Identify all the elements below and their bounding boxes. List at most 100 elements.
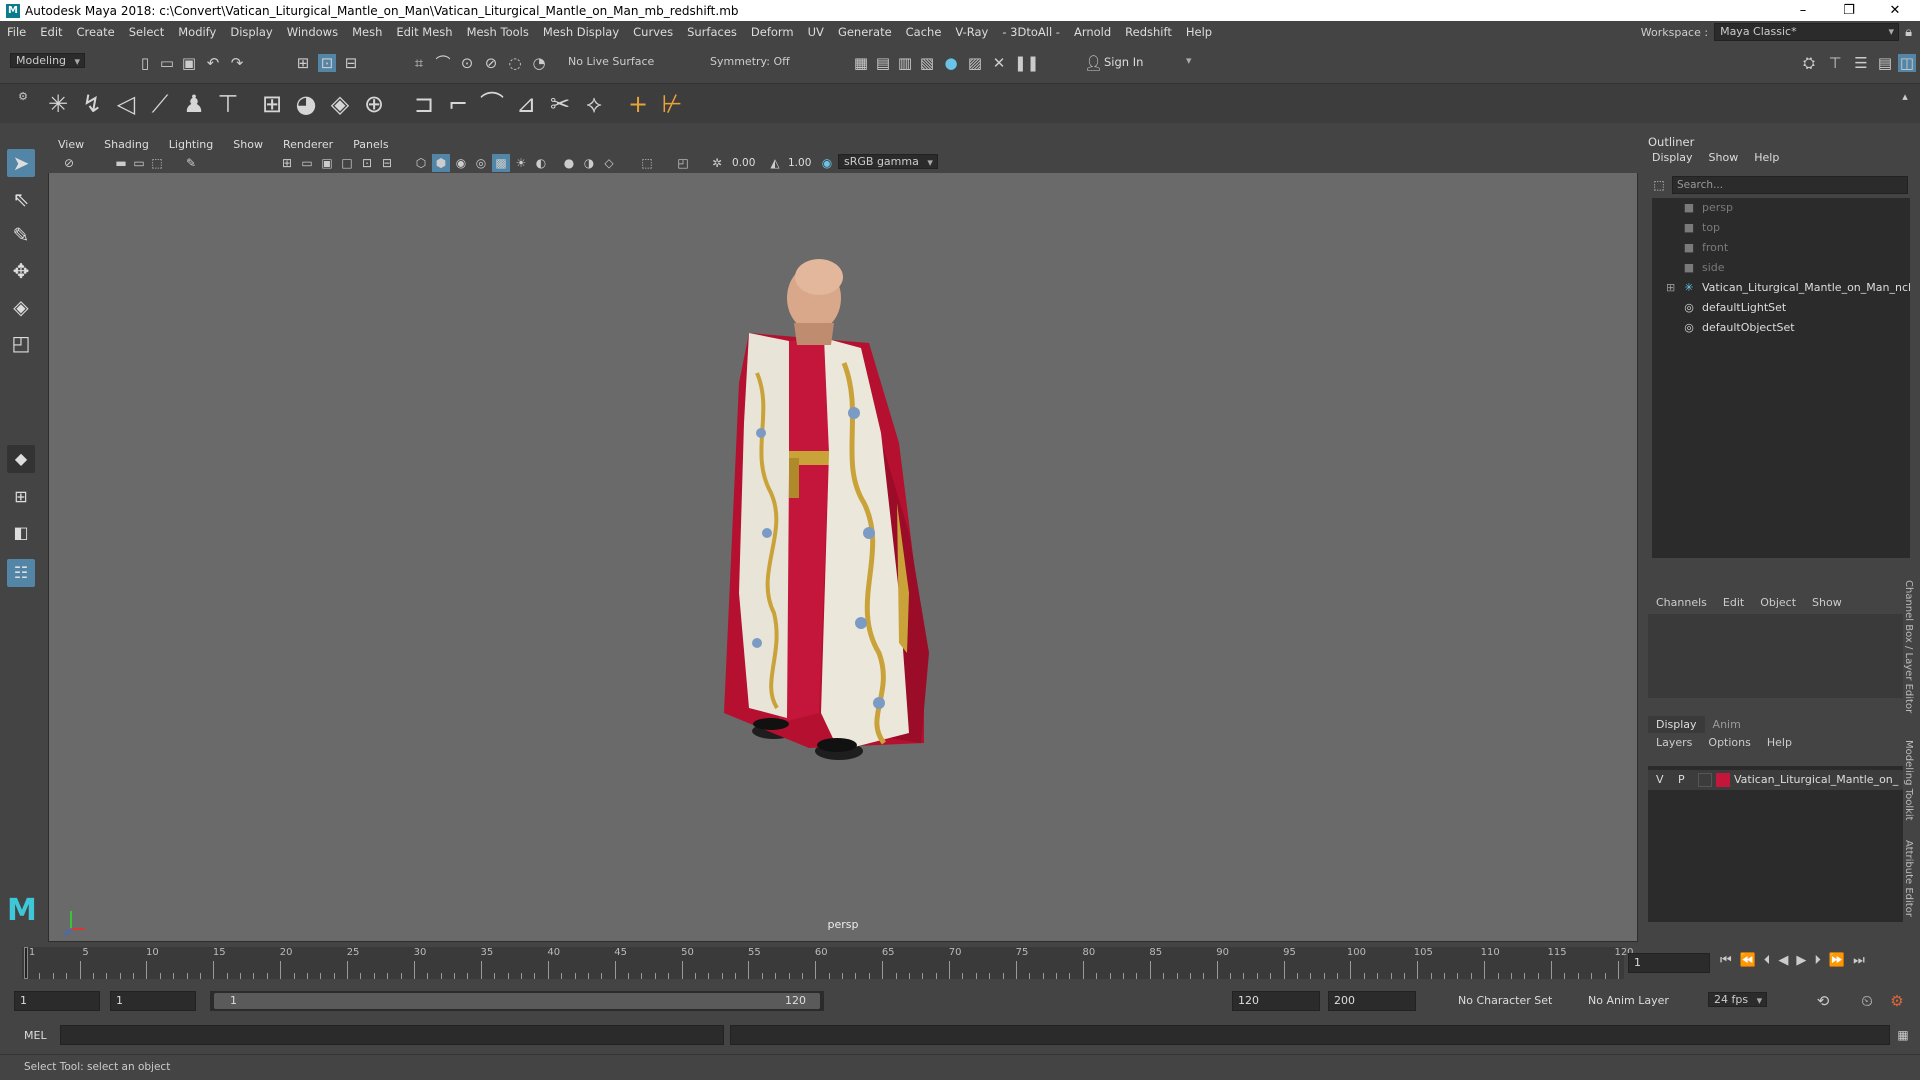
outliner-toggle-icon[interactable]: ◫: [1898, 54, 1916, 72]
vp-menu-lighting[interactable]: Lighting: [159, 138, 223, 151]
wireframe-on-shaded-icon[interactable]: ◉: [452, 154, 470, 172]
menu-set-dropdown[interactable]: Modeling: [10, 53, 86, 68]
color-space-dropdown[interactable]: sRGB gamma: [838, 154, 938, 169]
options-menu[interactable]: Options: [1700, 734, 1758, 751]
pencil-curve-icon[interactable]: ◁: [112, 90, 140, 118]
field-chart-icon[interactable]: ⊡: [358, 154, 376, 172]
outliner-menu-display[interactable]: Display: [1644, 151, 1701, 164]
chevron-down-icon[interactable]: ▾: [1186, 54, 1192, 67]
extrude-icon[interactable]: ⊐: [410, 90, 438, 118]
animation-end-field[interactable]: 200: [1328, 991, 1416, 1011]
poly-plane-icon[interactable]: ⊕: [360, 90, 388, 118]
range-slider-handle[interactable]: 1 120: [214, 993, 820, 1009]
vp-menu-shading[interactable]: Shading: [94, 138, 159, 151]
render-frame-icon[interactable]: ▦: [852, 54, 870, 72]
sign-in-button[interactable]: Sign In: [1104, 55, 1143, 69]
freeze-transform-icon[interactable]: ⊬: [658, 90, 686, 118]
vp-menu-view[interactable]: View: [48, 138, 94, 151]
select-component-icon[interactable]: ⊟: [342, 54, 360, 72]
hypershade-icon[interactable]: ●: [942, 54, 960, 72]
layer-row[interactable]: V P Vatican_Liturgical_Mantle_on_: [1648, 770, 1903, 790]
film-gate-icon[interactable]: ▭: [298, 154, 316, 172]
menu-vray[interactable]: V-Ray: [948, 25, 995, 39]
gate-mask-icon[interactable]: □: [338, 154, 356, 172]
screen-space-ao-icon[interactable]: ●: [560, 154, 578, 172]
playback-start-field[interactable]: 1: [110, 991, 196, 1011]
tab-attribute-editor[interactable]: Attribute Editor: [1903, 840, 1914, 917]
command-input[interactable]: [60, 1025, 724, 1045]
step-back-key-icon[interactable]: ⏪: [1740, 953, 1756, 968]
ep-curve-tool-icon[interactable]: ↯: [78, 90, 106, 118]
anti-aliasing-icon[interactable]: ◇: [600, 154, 618, 172]
safe-action-icon[interactable]: ⊟: [378, 154, 396, 172]
menu-help[interactable]: Help: [1179, 25, 1219, 39]
channelbox-show-menu[interactable]: Show: [1804, 594, 1850, 611]
select-object-icon[interactable]: ⊡: [318, 54, 336, 72]
grease-pencil-icon[interactable]: ✎: [182, 154, 200, 172]
camera-bookmark-icon[interactable]: ▬: [112, 154, 130, 172]
script-editor-icon[interactable]: ▦: [1894, 1026, 1912, 1044]
gamma-icon[interactable]: ◭: [766, 154, 784, 172]
snap-curve-icon[interactable]: ⌒: [434, 54, 452, 72]
outliner-item-default-light-set[interactable]: ◎ defaultLightSet: [1652, 298, 1910, 318]
menu-file[interactable]: File: [0, 25, 33, 39]
new-scene-icon[interactable]: ▯: [136, 54, 154, 72]
bezier-curve-icon[interactable]: ⟋: [146, 90, 174, 118]
menu-uv[interactable]: UV: [801, 25, 831, 39]
symmetry-field[interactable]: Symmetry: Off: [710, 55, 790, 68]
paint-select-tool-icon[interactable]: ✎: [7, 221, 35, 249]
xray-joints-icon[interactable]: ◰: [674, 154, 692, 172]
expand-icon[interactable]: ⊞: [1666, 278, 1675, 298]
tool-settings-toggle-icon[interactable]: ☰: [1852, 54, 1870, 72]
shadows-icon[interactable]: ◐: [532, 154, 550, 172]
bevel-icon[interactable]: ⌐: [444, 90, 472, 118]
snap-grid-icon[interactable]: ⌗: [410, 54, 428, 72]
exposure-icon[interactable]: ✲: [708, 154, 726, 172]
rotate-tool-icon[interactable]: ◈: [7, 293, 35, 321]
outliner-menu-help[interactable]: Help: [1746, 151, 1787, 164]
shelf-settings-icon[interactable]: ⚙: [14, 88, 32, 106]
modeling-toolkit-toggle-icon[interactable]: ⛭: [1800, 54, 1818, 72]
open-scene-icon[interactable]: ▭: [158, 54, 176, 72]
isolate-select-icon[interactable]: ⬚: [638, 154, 656, 172]
outliner-search-input[interactable]: Search...: [1672, 176, 1908, 194]
vp-menu-show[interactable]: Show: [223, 138, 273, 151]
shelf-scroll-icon[interactable]: ▴: [1896, 88, 1914, 106]
loop-icon[interactable]: ⟲: [1814, 992, 1832, 1010]
3d-viewport[interactable]: persp: [49, 173, 1637, 941]
range-slider-track[interactable]: 1 120: [210, 991, 824, 1011]
single-perspective-icon[interactable]: ◆: [7, 445, 35, 473]
redo-icon[interactable]: ↷: [228, 54, 246, 72]
menu-create[interactable]: Create: [70, 25, 122, 39]
menu-edit-mesh[interactable]: Edit Mesh: [389, 25, 459, 39]
undo-icon[interactable]: ↶: [204, 54, 222, 72]
cv-curve-tool-icon[interactable]: ✳: [44, 90, 72, 118]
scale-tool-icon[interactable]: ◰: [7, 329, 35, 357]
menu-windows[interactable]: Windows: [280, 25, 345, 39]
current-time-marker[interactable]: [24, 947, 28, 979]
two-view-layout-icon[interactable]: ◧: [7, 519, 35, 547]
layer-help-menu[interactable]: Help: [1759, 734, 1800, 751]
snap-view-icon[interactable]: ⊘: [482, 54, 500, 72]
maximize-button[interactable]: ❐: [1826, 0, 1872, 21]
poly-cylinder-icon[interactable]: ◈: [326, 90, 354, 118]
minimize-button[interactable]: –: [1780, 0, 1826, 21]
fps-dropdown[interactable]: 24 fps: [1708, 992, 1768, 1007]
animation-start-field[interactable]: 1: [14, 991, 100, 1011]
go-to-end-icon[interactable]: ⏭: [1853, 953, 1865, 968]
anim-prefs-icon[interactable]: ⚙: [1888, 992, 1906, 1010]
render-view-icon[interactable]: ▨: [966, 54, 984, 72]
menu-mesh-display[interactable]: Mesh Display: [536, 25, 626, 39]
outliner-layout-icon[interactable]: ☷: [7, 559, 35, 587]
color-management-icon[interactable]: ◉: [818, 154, 836, 172]
quick-rig-icon[interactable]: ♟: [180, 90, 208, 118]
current-frame-field[interactable]: 1: [1628, 953, 1710, 973]
menu-mesh-tools[interactable]: Mesh Tools: [460, 25, 536, 39]
lasso-tool-icon[interactable]: ⇖: [7, 185, 35, 213]
render-sequence-icon[interactable]: ▤: [874, 54, 892, 72]
playback-end-field[interactable]: 120: [1232, 991, 1320, 1011]
save-scene-icon[interactable]: ▣: [180, 54, 198, 72]
select-hierarchy-icon[interactable]: ⊞: [294, 54, 312, 72]
menu-edit[interactable]: Edit: [33, 25, 69, 39]
tab-anim[interactable]: Anim: [1705, 716, 1749, 733]
